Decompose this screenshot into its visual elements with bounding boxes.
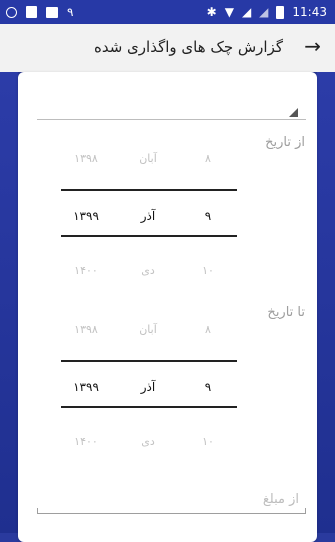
picker-divider-top bbox=[61, 189, 237, 191]
picker-month: آذر bbox=[140, 209, 156, 223]
picker-month: آبان bbox=[139, 323, 157, 336]
picker-row-next[interactable]: ۱۴۰۰ دی ۱۰ bbox=[61, 435, 237, 455]
from-date-picker[interactable]: ۱۳۹۸ آبان ۸ ۱۳۹۹ آذر ۹ ۱۴۰۰ دی ۱۰ bbox=[61, 147, 237, 297]
picker-row-prev[interactable]: ۱۳۹۸ آبان ۸ bbox=[61, 323, 237, 343]
picker-row-next[interactable]: ۱۴۰۰ دی ۱۰ bbox=[61, 264, 237, 284]
status-time: 11:43 bbox=[292, 5, 327, 19]
picker-divider-bottom bbox=[61, 235, 237, 237]
picker-year: ۱۳۹۹ bbox=[73, 209, 99, 223]
background-accent-left bbox=[0, 72, 18, 533]
from-date-label: از تاریخ bbox=[265, 135, 305, 150]
status-number: ٩ bbox=[67, 5, 74, 19]
form-card: از تاریخ ۱۳۹۸ آبان ۸ ۱۳۹۹ آذر ۹ ۱۴۰۰ دی … bbox=[18, 72, 317, 542]
picker-year: ۱۳۹۹ bbox=[73, 380, 99, 394]
app-bar: گزارش چک های واگذاری شده → bbox=[0, 24, 335, 72]
dropdown-triangle-icon bbox=[289, 108, 298, 117]
picker-day: ۹ bbox=[204, 209, 212, 223]
wifi-icon: ▼ bbox=[224, 5, 234, 19]
status-right-icons: ✱ ▼ ◢ ◢ 11:43 bbox=[207, 4, 327, 20]
picker-day: ۸ bbox=[205, 323, 211, 336]
signal-icon: ◢ bbox=[241, 5, 252, 19]
picker-row-selected[interactable]: ۱۳۹۹ آذر ۹ bbox=[61, 209, 237, 229]
battery-icon bbox=[276, 5, 285, 19]
picker-day: ۱۰ bbox=[202, 264, 214, 277]
arrow-right-icon: → bbox=[304, 34, 321, 58]
picker-day: ۹ bbox=[204, 380, 212, 394]
picker-divider-top bbox=[61, 360, 237, 362]
picker-month: آبان bbox=[139, 152, 157, 165]
spinner-underline bbox=[37, 119, 306, 120]
signal-weak-icon: ◢ bbox=[259, 5, 269, 19]
notes-icon bbox=[26, 6, 37, 18]
circle-icon bbox=[6, 6, 17, 18]
picker-year: ۱۳۹۸ bbox=[74, 323, 98, 336]
amount-underline bbox=[37, 513, 306, 514]
picker-month: آذر bbox=[140, 380, 156, 394]
amount-label: از مبلغ bbox=[262, 492, 299, 507]
picker-month: دی bbox=[141, 435, 155, 448]
status-bar: ٩ ✱ ▼ ◢ ◢ 11:43 bbox=[0, 0, 335, 24]
page-title: گزارش چک های واگذاری شده bbox=[93, 38, 283, 56]
image-icon bbox=[46, 6, 58, 18]
picker-row-prev[interactable]: ۱۳۹۸ آبان ۸ bbox=[61, 152, 237, 172]
status-left-icons: ٩ bbox=[6, 4, 73, 20]
to-date-picker[interactable]: ۱۳۹۸ آبان ۸ ۱۳۹۹ آذر ۹ ۱۴۰۰ دی ۱۰ bbox=[61, 318, 237, 468]
to-date-label: تا تاریخ bbox=[267, 305, 305, 320]
picker-month: دی bbox=[141, 264, 155, 277]
picker-year: ۱۴۰۰ bbox=[74, 264, 98, 277]
picker-day: ۸ bbox=[205, 152, 211, 165]
background-accent-right bbox=[317, 72, 335, 533]
picker-divider-bottom bbox=[61, 406, 237, 408]
bluetooth-icon: ✱ bbox=[206, 5, 217, 19]
picker-row-selected[interactable]: ۱۳۹۹ آذر ۹ bbox=[61, 380, 237, 400]
amount-underline-tick-right bbox=[305, 508, 306, 514]
picker-day: ۱۰ bbox=[202, 435, 214, 448]
picker-year: ۱۳۹۸ bbox=[74, 152, 98, 165]
picker-year: ۱۴۰۰ bbox=[74, 435, 98, 448]
back-button[interactable]: → bbox=[304, 34, 321, 58]
